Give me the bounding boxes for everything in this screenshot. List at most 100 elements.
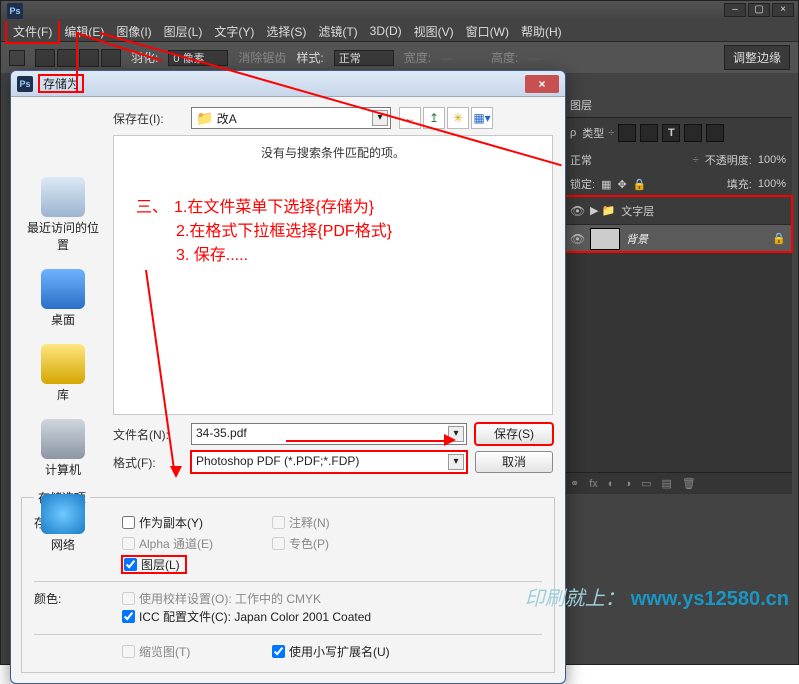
visibility-eye-icon[interactable]: 👁 [570, 204, 584, 218]
filter-type-icon[interactable]: T [662, 124, 680, 142]
filter-adjust-icon[interactable] [640, 124, 658, 142]
lock-all-icon[interactable]: 🔒 [633, 178, 647, 191]
style-select[interactable] [334, 50, 394, 66]
place-libraries[interactable]: 库 [23, 344, 103, 403]
chevron-down-icon[interactable]: ▾ [448, 454, 464, 470]
blend-mode-select[interactable]: 正常 [570, 152, 687, 168]
empty-message: 没有与搜索条件匹配的项。 [261, 144, 405, 161]
maximize-button[interactable]: ▢ [748, 3, 770, 17]
delete-icon[interactable]: 🗑 [682, 477, 696, 490]
filter-smart-icon[interactable] [706, 124, 724, 142]
lock-pos-icon[interactable]: ✥ [617, 178, 626, 191]
style-label: 样式: [296, 49, 323, 66]
annotation-arrow [286, 440, 444, 442]
menu-select[interactable]: 选择(S) [260, 21, 312, 42]
layers-checkbox[interactable]: 图层(L) [122, 556, 186, 573]
annotation-arrow [76, 32, 78, 92]
tool-preset-icon[interactable] [9, 50, 25, 66]
menu-view[interactable]: 视图(V) [408, 21, 460, 42]
proof-checkbox: 使用校样设置(O): 工作中的 CMYK [122, 590, 422, 607]
lock-pixel-icon[interactable]: ▦ [601, 178, 611, 191]
menu-edit[interactable]: 编辑(E) [58, 21, 110, 42]
minimize-button[interactable]: – [724, 3, 746, 17]
lock-icon: 🔒 [772, 232, 786, 245]
ps-logo-icon: Ps [7, 3, 23, 19]
save-as-dialog: Ps 存储为 × 最近访问的位置 桌面 库 计算机 网络 保存在(I): 📁 改… [10, 70, 566, 684]
format-combobox[interactable]: Photoshop PDF (*.PDF;*.FDP) ▾ [191, 451, 467, 473]
dialog-close-button[interactable]: × [525, 75, 559, 93]
sel-intersect-icon[interactable] [101, 49, 121, 67]
height-label: 高度: [491, 49, 518, 66]
place-network[interactable]: 网络 [23, 494, 103, 553]
layer-row-background[interactable]: 👁 背景 🔒 [564, 224, 792, 252]
fx-icon[interactable]: fx [589, 478, 598, 490]
dialog-titlebar: Ps 存储为 × [11, 71, 565, 97]
menu-file[interactable]: 文件(F) [7, 21, 58, 42]
opacity-label: 不透明度: [705, 152, 752, 168]
kind-label: 类型 [582, 125, 604, 141]
anti-alias-label: 消除锯齿 [238, 49, 286, 66]
layer-thumbnail [590, 228, 620, 250]
place-recent[interactable]: 最近访问的位置 [23, 177, 103, 253]
save-in-value: 改A [217, 112, 237, 126]
save-in-combobox[interactable]: 📁 改A ▾ [191, 107, 391, 129]
fill-label: 填充: [727, 176, 752, 192]
watermark: 印刷就上：www.ys12580.cn [525, 589, 789, 609]
filter-shape-icon[interactable] [684, 124, 702, 142]
menu-type[interactable]: 文字(Y) [208, 21, 260, 42]
menu-layer[interactable]: 图层(L) [158, 21, 209, 42]
adjust-icon[interactable]: ◑ [624, 478, 631, 490]
lowercase-ext-checkbox[interactable]: 使用小写扩展名(U) [272, 643, 422, 660]
sel-add-icon[interactable] [57, 49, 77, 67]
menu-filter[interactable]: 滤镜(T) [312, 21, 363, 42]
ps-mini-icon: Ps [17, 76, 33, 92]
cancel-button[interactable]: 取消 [475, 451, 553, 473]
layers-panel: 图层 ρ 类型 ÷ T 正常 ÷ 不透明度: 100% 锁定: ▦ ✥ [564, 93, 792, 494]
app-titlebar: Ps – ▢ × [1, 1, 798, 21]
fx-icon[interactable]: ⚭ [570, 477, 579, 490]
menu-help[interactable]: 帮助(H) [515, 21, 568, 42]
layer-list: 👁 ▶ 📁 文字层 👁 背景 🔒 [564, 196, 792, 252]
width-label: 宽度: [404, 49, 431, 66]
place-computer[interactable]: 计算机 [23, 419, 103, 478]
visibility-eye-icon[interactable]: 👁 [570, 232, 584, 246]
layer-row-group[interactable]: 👁 ▶ 📁 文字层 [564, 196, 792, 224]
refine-edge-button[interactable]: 调整边缘 [724, 45, 790, 70]
spot-checkbox: 专色(P) [272, 535, 422, 552]
notes-checkbox: 注释(N) [272, 514, 422, 531]
alpha-checkbox: Alpha 通道(E) [122, 535, 272, 552]
filename-label: 文件名(N): [113, 426, 183, 443]
arrow-head-icon [170, 466, 182, 478]
save-in-label: 保存在(I): [113, 110, 183, 127]
layers-panel-footer: ⚭ fx ◐ ◑ ▭ ▤ 🗑 [564, 472, 792, 494]
mask-icon[interactable]: ◐ [608, 478, 615, 490]
group-icon[interactable]: ▭ [641, 477, 651, 490]
filter-image-icon[interactable] [618, 124, 636, 142]
sel-new-icon[interactable] [35, 49, 55, 67]
new-folder-icon[interactable]: ✳ [447, 107, 469, 129]
place-desktop[interactable]: 桌面 [23, 269, 103, 328]
view-menu-icon[interactable]: ▦▾ [471, 107, 493, 129]
new-layer-icon[interactable]: ▤ [662, 477, 672, 490]
thumbnail-checkbox: 缩览图(T) [122, 643, 272, 660]
folder-icon: ▶ 📁 [590, 204, 615, 217]
color-label: 颜色: [34, 590, 122, 626]
layers-tab[interactable]: 图层 [570, 97, 592, 113]
lock-label: 锁定: [570, 176, 595, 192]
menu-window[interactable]: 窗口(W) [460, 21, 515, 42]
file-browser-pane[interactable]: 没有与搜索条件匹配的项。 [113, 135, 553, 415]
arrow-head-icon [444, 434, 456, 446]
menu-3d[interactable]: 3D(D) [364, 22, 408, 40]
sel-subtract-icon[interactable] [79, 49, 99, 67]
feather-input[interactable] [168, 50, 228, 66]
places-sidebar: 最近访问的位置 桌面 库 计算机 网络 [23, 177, 103, 569]
opacity-value[interactable]: 100% [758, 154, 786, 166]
close-button[interactable]: × [772, 3, 794, 17]
annotation-text: 三、1.在文件菜单下选择{存储为} 2.在格式下拉框选择{PDF格式} 3. 保… [136, 196, 392, 268]
save-button[interactable]: 保存(S) [475, 423, 553, 445]
fill-value[interactable]: 100% [758, 178, 786, 190]
layer-bg-name: 背景 [626, 231, 648, 247]
layer-group-name: 文字层 [621, 203, 654, 219]
as-copy-checkbox[interactable]: 作为副本(Y) [122, 514, 272, 531]
icc-checkbox[interactable]: ICC 配置文件(C): Japan Color 2001 Coated [122, 608, 422, 625]
